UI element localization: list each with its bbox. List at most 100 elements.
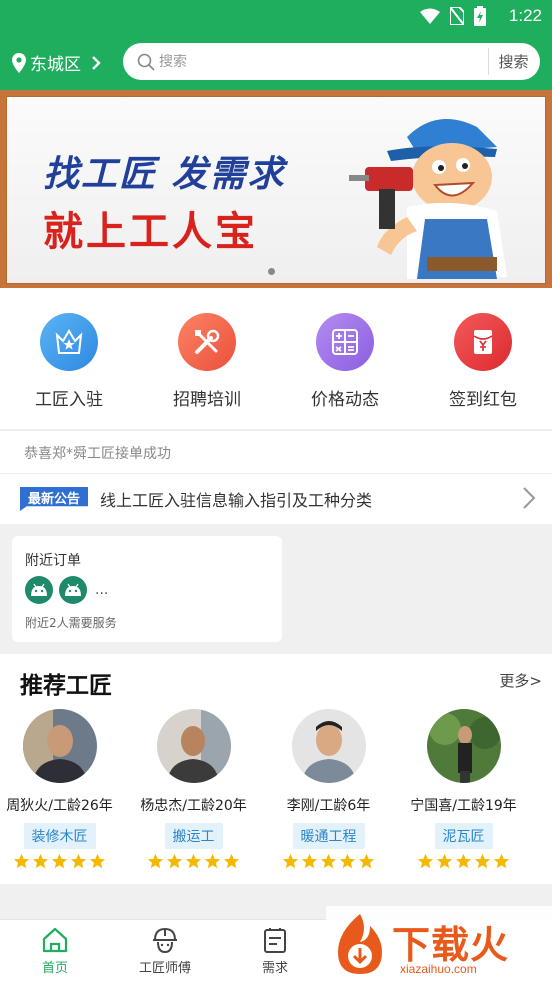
craftsman-name: 李刚/工龄6年 <box>286 798 371 814</box>
craftsman-trade-tag: 暖通工程 <box>292 823 365 849</box>
craftsman-card-partial[interactable] <box>534 709 552 783</box>
star-icon <box>455 853 472 869</box>
android-avatar-icon <box>25 576 53 604</box>
announcement-bar[interactable]: 最新公告 线上工匠入驻信息输入指引及工种分类 <box>0 474 552 524</box>
location-label: 东城区 <box>30 55 81 75</box>
tab-label: 首页 <box>41 961 68 976</box>
recommend-section: 推荐工匠 更多> 周狄火/工龄26年 装修木匠 杨忠杰/工龄20年 搬运工 李刚… <box>0 654 552 884</box>
banner-slogan: 就上工人宝 <box>43 209 258 255</box>
status-bar: 1:22 <box>0 0 552 32</box>
star-icon <box>204 853 221 869</box>
tab-label: 需求 <box>261 961 288 976</box>
search-input[interactable] <box>159 53 488 70</box>
menu-item-join[interactable]: 工匠入驻 <box>0 288 138 429</box>
promo-banner[interactable]: 找工匠 发需求 就上工人宝 <box>0 90 552 288</box>
banner-headline: 找工匠 发需求 <box>43 154 286 195</box>
android-avatar-icon <box>59 576 87 604</box>
star-icon <box>166 853 183 869</box>
banner-indicator <box>268 268 275 275</box>
star-icon <box>417 853 434 869</box>
craftsman-avatar <box>156 709 231 783</box>
star-icon <box>301 853 318 869</box>
rating-stars <box>13 853 106 870</box>
star-icon <box>474 853 491 869</box>
calculator-icon <box>316 313 374 371</box>
craftsman-name: 杨忠杰/工龄20年 <box>140 798 247 814</box>
banner-frame: 找工匠 发需求 就上工人宝 <box>6 96 546 284</box>
search-box: 搜索 <box>123 43 540 80</box>
menu-item-prices[interactable]: 价格动态 <box>276 288 414 429</box>
nearby-subtitle: 附近2人需要服务 <box>25 616 117 630</box>
craftsman-avatar <box>291 709 366 783</box>
tab-home[interactable]: 首页 <box>0 926 110 976</box>
star-icon <box>147 853 164 869</box>
craftsman-avatar <box>426 709 501 783</box>
star-icon <box>32 853 49 869</box>
search-button[interactable]: 搜索 <box>488 48 538 75</box>
status-time: 1:22 <box>508 6 542 25</box>
menu-label: 签到红包 <box>449 390 517 410</box>
craftsman-card[interactable]: 杨忠杰/工龄20年 搬运工 <box>126 709 261 870</box>
recommend-title: 推荐工匠 <box>20 673 112 699</box>
quick-menu: 工匠入驻 招聘培训 价格动态 签到红包 <box>0 288 552 429</box>
star-icon <box>89 853 106 869</box>
star-icon <box>185 853 202 869</box>
nearby-more: ... <box>95 582 109 598</box>
craftsman-trade-tag: 装修木匠 <box>23 823 96 849</box>
banner-indicator-dot <box>268 268 275 275</box>
status-icons <box>420 6 486 26</box>
star-icon <box>223 853 240 869</box>
worker-helmet-icon <box>153 927 177 954</box>
craftsman-card[interactable]: 周狄火/工龄26年 装修木匠 <box>0 709 127 870</box>
red-envelope-icon <box>454 313 512 371</box>
tools-icon <box>178 313 236 371</box>
tab-craftsmen[interactable]: 工匠师傅 <box>110 926 220 976</box>
home-icon <box>42 927 68 953</box>
worker-illustration <box>349 119 507 279</box>
search-icon <box>137 53 155 71</box>
menu-item-checkin[interactable]: 签到红包 <box>414 288 552 429</box>
star-icon <box>436 853 453 869</box>
star-icon <box>339 853 356 869</box>
battery-charging-icon <box>474 6 486 26</box>
wifi-icon <box>420 8 440 24</box>
star-icon <box>358 853 375 869</box>
ticker-text: 恭喜郑*舜工匠接单成功 <box>24 446 171 462</box>
location-pin-icon <box>12 52 26 73</box>
craftsman-card[interactable]: 宁国喜/工龄19年 泥瓦匠 <box>396 709 531 870</box>
recommend-more-link[interactable]: 更多> <box>499 670 542 691</box>
menu-label: 价格动态 <box>311 390 379 410</box>
tab-label: 工匠师傅 <box>138 961 191 976</box>
header-bar: 1:22 东城区 搜索 <box>0 0 552 90</box>
craftsman-name: 宁国喜/工龄19年 <box>410 798 517 814</box>
menu-item-recruit[interactable]: 招聘培训 <box>138 288 276 429</box>
star-icon <box>51 853 68 869</box>
star-icon <box>13 853 30 869</box>
craftsman-list: 周狄火/工龄26年 装修木匠 杨忠杰/工龄20年 搬运工 李刚/工龄6年 暖通工… <box>0 709 552 879</box>
order-ticker: 恭喜郑*舜工匠接单成功 <box>0 430 552 474</box>
clipboard-icon <box>264 928 286 953</box>
announcement-badge: 最新公告 <box>20 487 88 511</box>
location-selector[interactable]: 东城区 <box>12 50 101 75</box>
chevron-right-icon <box>92 55 101 70</box>
crown-star-icon <box>40 313 98 371</box>
chevron-right-icon <box>523 487 536 509</box>
craftsman-trade-tag: 搬运工 <box>164 823 223 849</box>
nearby-avatars: ... <box>25 576 108 604</box>
nearby-title: 附近订单 <box>25 553 81 569</box>
star-icon <box>320 853 337 869</box>
craftsman-avatar <box>22 709 97 783</box>
craftsman-name: 周狄火/工龄26年 <box>6 798 113 814</box>
menu-label: 工匠入驻 <box>35 390 103 410</box>
star-icon <box>493 853 510 869</box>
rating-stars <box>147 853 240 870</box>
announcement-text: 线上工匠入驻信息输入指引及工种分类 <box>100 491 373 510</box>
craftsman-card[interactable]: 李刚/工龄6年 暖通工程 <box>261 709 396 870</box>
nearby-orders-card[interactable]: 附近订单 ... 附近2人需要服务 <box>12 536 282 642</box>
flame-logo-icon <box>338 914 382 974</box>
no-sim-icon <box>450 7 464 25</box>
tab-demand[interactable]: 需求 <box>220 926 330 976</box>
star-icon <box>282 853 299 869</box>
menu-label: 招聘培训 <box>173 390 241 410</box>
watermark-url: xiazaihuo.com <box>400 962 477 976</box>
